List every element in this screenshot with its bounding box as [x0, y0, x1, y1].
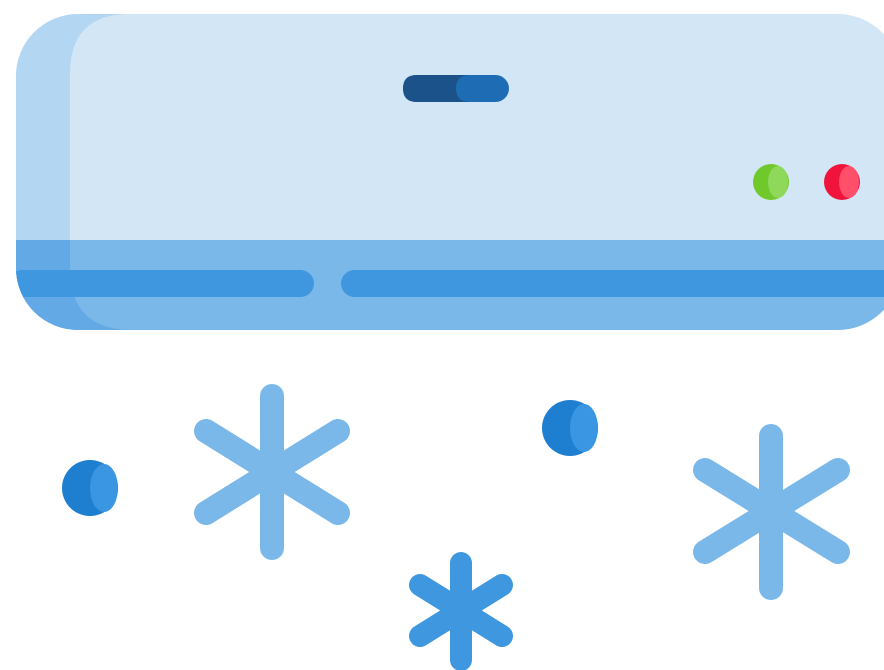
air-conditioner-illustration [0, 0, 884, 670]
snowflake-right-icon [693, 424, 850, 600]
snowflake-left-icon [194, 384, 350, 560]
drop-center-icon [542, 400, 598, 456]
air-conditioner-icon [16, 14, 884, 670]
power-led [753, 164, 789, 200]
ac-unit [16, 14, 884, 330]
drop-left-icon [62, 460, 118, 516]
vent-slot-right [341, 270, 884, 297]
snowflake-center-icon [409, 552, 513, 670]
status-led [824, 164, 860, 200]
display-slot [403, 75, 509, 102]
vent-slot-left [16, 270, 314, 297]
